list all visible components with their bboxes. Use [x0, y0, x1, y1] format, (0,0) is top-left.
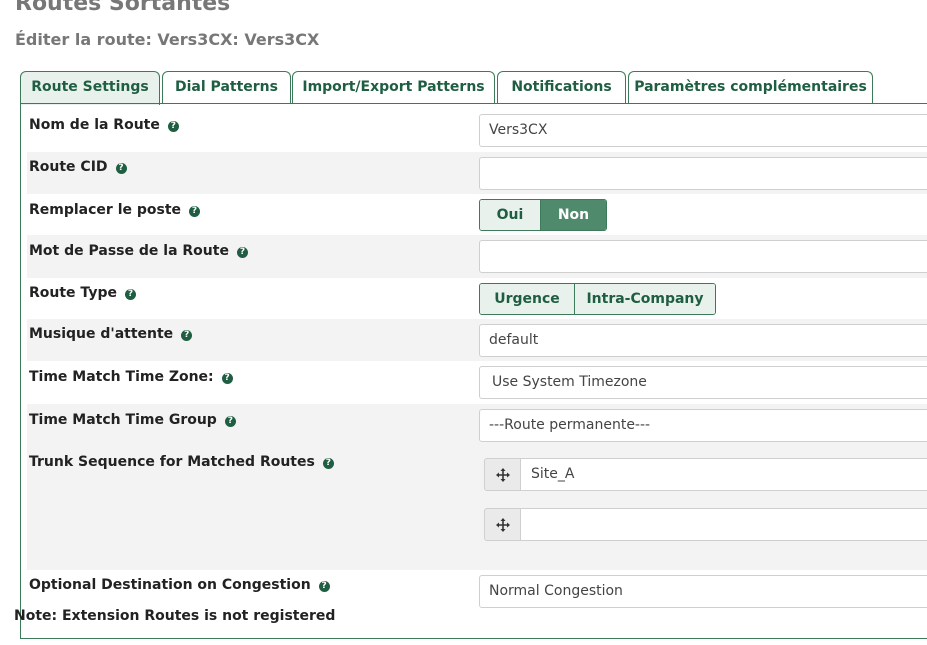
route-type-intracompany-button[interactable]: Intra-Company [574, 284, 715, 314]
tab-import-export-patterns[interactable]: Import/Export Patterns [292, 71, 495, 104]
trunk-sequence-label: Trunk Sequence for Matched Routes? [29, 454, 334, 470]
trunk-item [484, 508, 927, 541]
help-circle-icon[interactable]: ? [322, 458, 334, 469]
time-zone-select[interactable]: Use System Timezone [479, 366, 927, 399]
tab-notifications[interactable]: Notifications [497, 71, 626, 104]
congestion-destination-select[interactable]: Normal Congestion [479, 575, 927, 608]
override-extension-toggle: Oui Non [479, 199, 607, 231]
congestion-label: Optional Destination on Congestion? [29, 577, 330, 593]
music-on-hold-label: Musique d'attente? [29, 326, 193, 342]
route-type-emergency-button[interactable]: Urgence [480, 284, 574, 314]
page-subtitle: Éditer la route: Vers3CX: Vers3CX [15, 30, 320, 49]
time-group-label: Time Match Time Group? [29, 412, 236, 428]
help-circle-icon[interactable]: ? [181, 330, 193, 341]
route-password-input[interactable] [479, 240, 927, 273]
help-circle-icon[interactable]: ? [221, 373, 233, 384]
override-yes-button[interactable]: Oui [480, 200, 540, 230]
tab-dial-patterns[interactable]: Dial Patterns [162, 71, 291, 104]
route-name-input[interactable]: Vers3CX [479, 114, 927, 147]
route-password-label: Mot de Passe de la Route? [29, 243, 248, 259]
move-icon[interactable] [484, 458, 521, 491]
tab-route-settings[interactable]: Route Settings [20, 71, 160, 105]
page-title: Routes Sortantes [15, 0, 231, 16]
override-no-button[interactable]: Non [540, 200, 606, 230]
registration-note: Note: Extension Routes is not registered [14, 608, 336, 624]
trunk-select[interactable] [521, 508, 927, 541]
override-extension-label: Remplacer le poste? [29, 202, 201, 218]
route-type-toggle: Urgence Intra-Company [479, 283, 716, 315]
time-group-select[interactable]: ---Route permanente--- [479, 409, 927, 442]
help-circle-icon[interactable]: ? [167, 121, 179, 132]
route-type-label: Route Type? [29, 285, 136, 301]
help-circle-icon[interactable]: ? [224, 416, 236, 427]
help-circle-icon[interactable]: ? [318, 581, 330, 592]
help-circle-icon[interactable]: ? [236, 247, 248, 258]
help-circle-icon[interactable]: ? [115, 163, 127, 174]
music-on-hold-select[interactable]: default [479, 324, 927, 357]
route-cid-label: Route CID? [29, 159, 127, 175]
help-circle-icon[interactable]: ? [124, 289, 136, 300]
route-name-label: Nom de la Route? [29, 117, 179, 133]
move-icon[interactable] [484, 508, 521, 541]
trunk-item: Site_A [484, 458, 927, 491]
tab-additional-settings[interactable]: Paramètres complémentaires [628, 71, 873, 104]
help-circle-icon[interactable]: ? [189, 206, 201, 217]
route-cid-input[interactable] [479, 157, 927, 190]
trunk-select[interactable]: Site_A [521, 458, 927, 491]
time-zone-label: Time Match Time Zone:? [29, 369, 233, 385]
